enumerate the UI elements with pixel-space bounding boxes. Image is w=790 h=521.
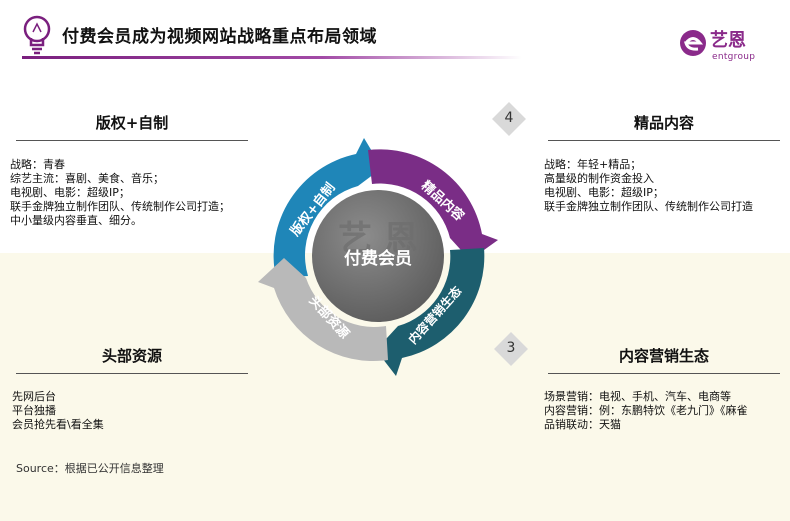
title-underline [22, 56, 522, 59]
header: 付费会员成为视频网站战略重点布局领域 艺恩 entgroup [0, 0, 790, 70]
section-line: 品销联动：天猫 [544, 418, 621, 431]
section-title-quality-content: 精品内容 [633, 114, 694, 132]
step-number-4: 4 [504, 110, 514, 126]
section-line: 战略：年轻+精品； [544, 158, 642, 171]
section-line: 高量级的制作资金投入 [544, 172, 654, 185]
section-divider [548, 140, 780, 141]
section-divider [548, 373, 780, 374]
cycle-diagram: 艺 恩 付费会员 版权+自制 精品内容 内容营销生态 头部资源 [258, 138, 498, 376]
section-line: 电视剧、电影：超级IP； [544, 186, 664, 199]
center-label: 付费会员 [344, 248, 412, 269]
section-line: 电视剧、电影：超级IP； [10, 186, 130, 199]
section-divider [16, 373, 248, 374]
section-title-content-marketing: 内容营销生态 [618, 347, 709, 365]
section-divider [16, 140, 248, 141]
section-line: 场景营销：电视、手机、汽车、电商等 [544, 390, 731, 403]
section-title-head-resources: 头部资源 [101, 347, 162, 365]
section-title-copyright: 版权+自制 [95, 114, 169, 132]
section-line: 联手金牌独立制作团队、传统制作公司打造； [10, 200, 230, 213]
section-line: 联手金牌独立制作团队、传统制作公司打造 [544, 200, 753, 213]
section-body-copyright: 战略：青春 综艺主流：喜剧、美食、音乐； 电视剧、电影：超级IP； 联手金牌独立… [10, 158, 230, 228]
section-line: 内容营销：例：东鹏特饮《老九门》《麻雀 [544, 404, 748, 417]
logo-subtext: entgroup [712, 52, 756, 62]
logo-text: 艺恩 [710, 30, 746, 51]
source-note: Source：根据已公开信息整理 [16, 462, 164, 475]
section-body-content-marketing: 场景营销：电视、手机、汽车、电商等 内容营销：例：东鹏特饮《老九门》《麻雀 品销… [544, 390, 788, 432]
lightbulb-icon [23, 15, 51, 55]
page-title: 付费会员成为视频网站战略重点布局领域 [62, 27, 377, 47]
section-body-head-resources: 先网后台 平台独播 会员抢先看\看全集 [12, 390, 104, 432]
section-line: 综艺主流：喜剧、美食、音乐； [10, 172, 164, 185]
section-line: 先网后台 [12, 390, 56, 403]
section-line: 中小量级内容垂直、细分。 [10, 214, 142, 227]
logo-mark-icon [680, 30, 706, 56]
section-line: 平台独播 [12, 404, 56, 417]
section-body-quality-content: 战略：年轻+精品； 高量级的制作资金投入 电视剧、电影：超级IP； 联手金牌独立… [544, 158, 788, 214]
section-line: 战略：青春 [10, 158, 65, 171]
section-line: 会员抢先看\看全集 [12, 418, 104, 431]
